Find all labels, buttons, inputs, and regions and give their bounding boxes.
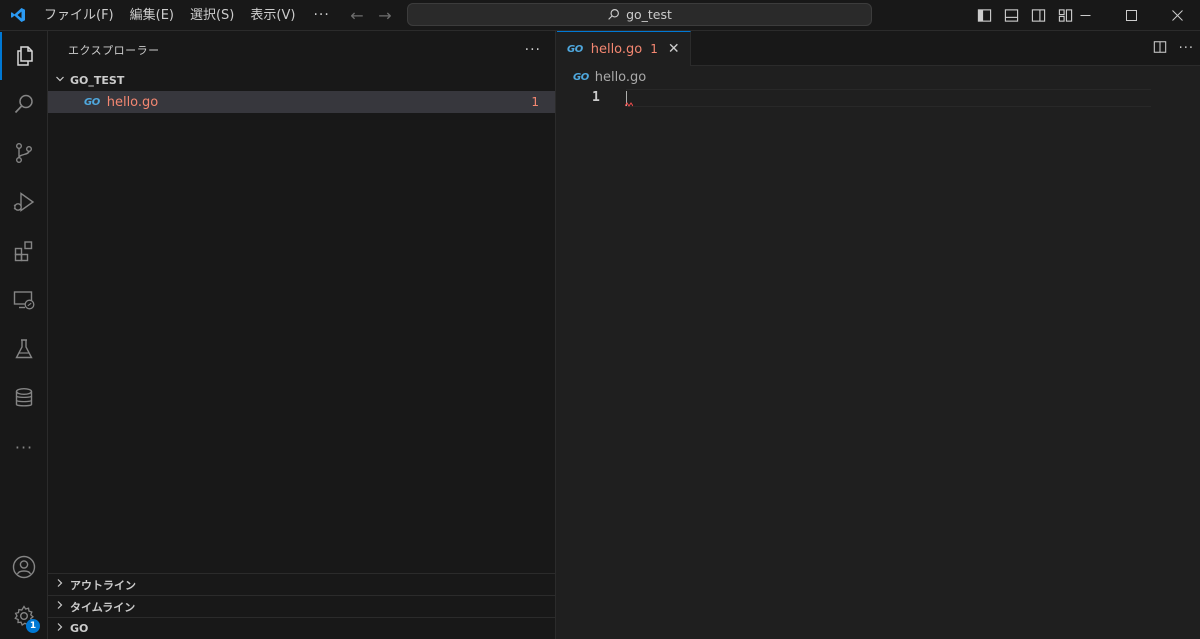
sidebar-title: エクスプローラー — [68, 44, 160, 57]
menu-selection[interactable]: 選択(S) — [182, 0, 242, 31]
database-icon[interactable] — [0, 374, 48, 422]
editor-more-icon[interactable]: ··· — [1179, 41, 1194, 56]
sidebar-more-icon[interactable]: ··· — [525, 42, 541, 58]
forward-arrow-icon[interactable]: → — [376, 6, 394, 25]
code-editor[interactable]: 1 — [557, 88, 1200, 588]
menu-edit[interactable]: 編集(E) — [122, 0, 182, 31]
close-icon[interactable]: ✕ — [668, 41, 680, 57]
breadcrumb: GO hello.go — [557, 66, 1200, 88]
editor-area: GO hello.go 1 ✕ ··· GO hello.go 1 — [557, 31, 1200, 639]
current-line-highlight — [626, 89, 1151, 107]
outline-label: アウトライン — [70, 578, 136, 592]
sidebar-bottom-sections: アウトライン タイムライン GO — [48, 573, 555, 639]
manage-gear-icon[interactable]: 1 — [0, 592, 48, 639]
search-icon — [608, 9, 620, 20]
more-views-icon[interactable]: ··· — [0, 423, 48, 471]
error-squiggle-icon — [624, 99, 634, 110]
notification-badge: 1 — [26, 619, 40, 633]
go-file-icon: GO — [567, 43, 583, 55]
menu-more-icon[interactable]: ··· — [303, 7, 339, 23]
problem-count: 1 — [531, 95, 539, 109]
chevron-right-icon — [52, 578, 68, 591]
run-and-debug-icon[interactable] — [0, 178, 48, 226]
layout-controls — [976, 0, 1074, 31]
maximize-button[interactable] — [1108, 0, 1154, 31]
breadcrumb-file[interactable]: hello.go — [595, 70, 647, 85]
menu-file[interactable]: ファイル(F) — [36, 0, 122, 31]
timeline-section-header[interactable]: タイムライン — [48, 595, 555, 617]
go-section-label: GO — [70, 622, 89, 635]
file-tree-item[interactable]: GO hello.go 1 — [48, 91, 555, 113]
folder-name: GO_TEST — [70, 73, 125, 87]
file-name: hello.go — [106, 94, 159, 110]
chevron-right-icon — [52, 600, 68, 613]
vscode-logo-icon — [0, 0, 36, 31]
extensions-icon[interactable] — [0, 227, 48, 275]
accounts-icon[interactable] — [0, 543, 48, 591]
toggle-secondary-sidebar-icon[interactable] — [1030, 7, 1047, 24]
line-number: 1 — [592, 90, 600, 105]
sidebar-header: エクスプローラー ··· — [48, 31, 555, 69]
menu-view[interactable]: 表示(V) — [242, 0, 303, 31]
search-icon[interactable] — [0, 80, 48, 128]
remote-explorer-icon[interactable] — [0, 276, 48, 324]
chevron-down-icon — [52, 74, 68, 87]
folder-section-header[interactable]: GO_TEST — [48, 69, 555, 91]
editor-actions: ··· — [1153, 31, 1194, 66]
search-label: go_test — [626, 7, 672, 22]
chevron-right-icon — [52, 622, 68, 635]
navigation-arrows: ← → — [348, 0, 394, 31]
window-controls — [1062, 0, 1200, 31]
split-editor-icon[interactable] — [1153, 40, 1167, 58]
back-arrow-icon[interactable]: ← — [348, 6, 366, 25]
timeline-label: タイムライン — [70, 600, 136, 614]
explorer-sidebar: エクスプローラー ··· GO_TEST GO hello.go 1 アウトライ… — [48, 31, 556, 639]
close-window-button[interactable] — [1154, 0, 1200, 31]
explorer-icon[interactable] — [0, 32, 48, 80]
toggle-primary-sidebar-icon[interactable] — [976, 7, 993, 24]
minimize-button[interactable] — [1062, 0, 1108, 31]
menu-bar: ファイル(F) 編集(E) 選択(S) 表示(V) ··· — [36, 0, 340, 31]
toggle-panel-icon[interactable] — [1003, 7, 1020, 24]
title-bar: ファイル(F) 編集(E) 選択(S) 表示(V) ··· ← → go_tes… — [0, 0, 1200, 31]
go-section-header[interactable]: GO — [48, 617, 555, 639]
command-center-search[interactable]: go_test — [407, 3, 872, 26]
source-control-icon[interactable] — [0, 129, 48, 177]
tab-label: hello.go — [590, 41, 643, 57]
go-file-icon: GO — [84, 96, 100, 108]
testing-icon[interactable] — [0, 325, 48, 373]
tab-hello-go[interactable]: GO hello.go 1 ✕ — [557, 31, 691, 66]
go-file-icon: GO — [573, 71, 589, 83]
activity-bar: ··· 1 — [0, 31, 48, 639]
tab-problem-count: 1 — [650, 42, 658, 56]
outline-section-header[interactable]: アウトライン — [48, 573, 555, 595]
tab-bar: GO hello.go 1 ✕ ··· — [557, 31, 1200, 66]
